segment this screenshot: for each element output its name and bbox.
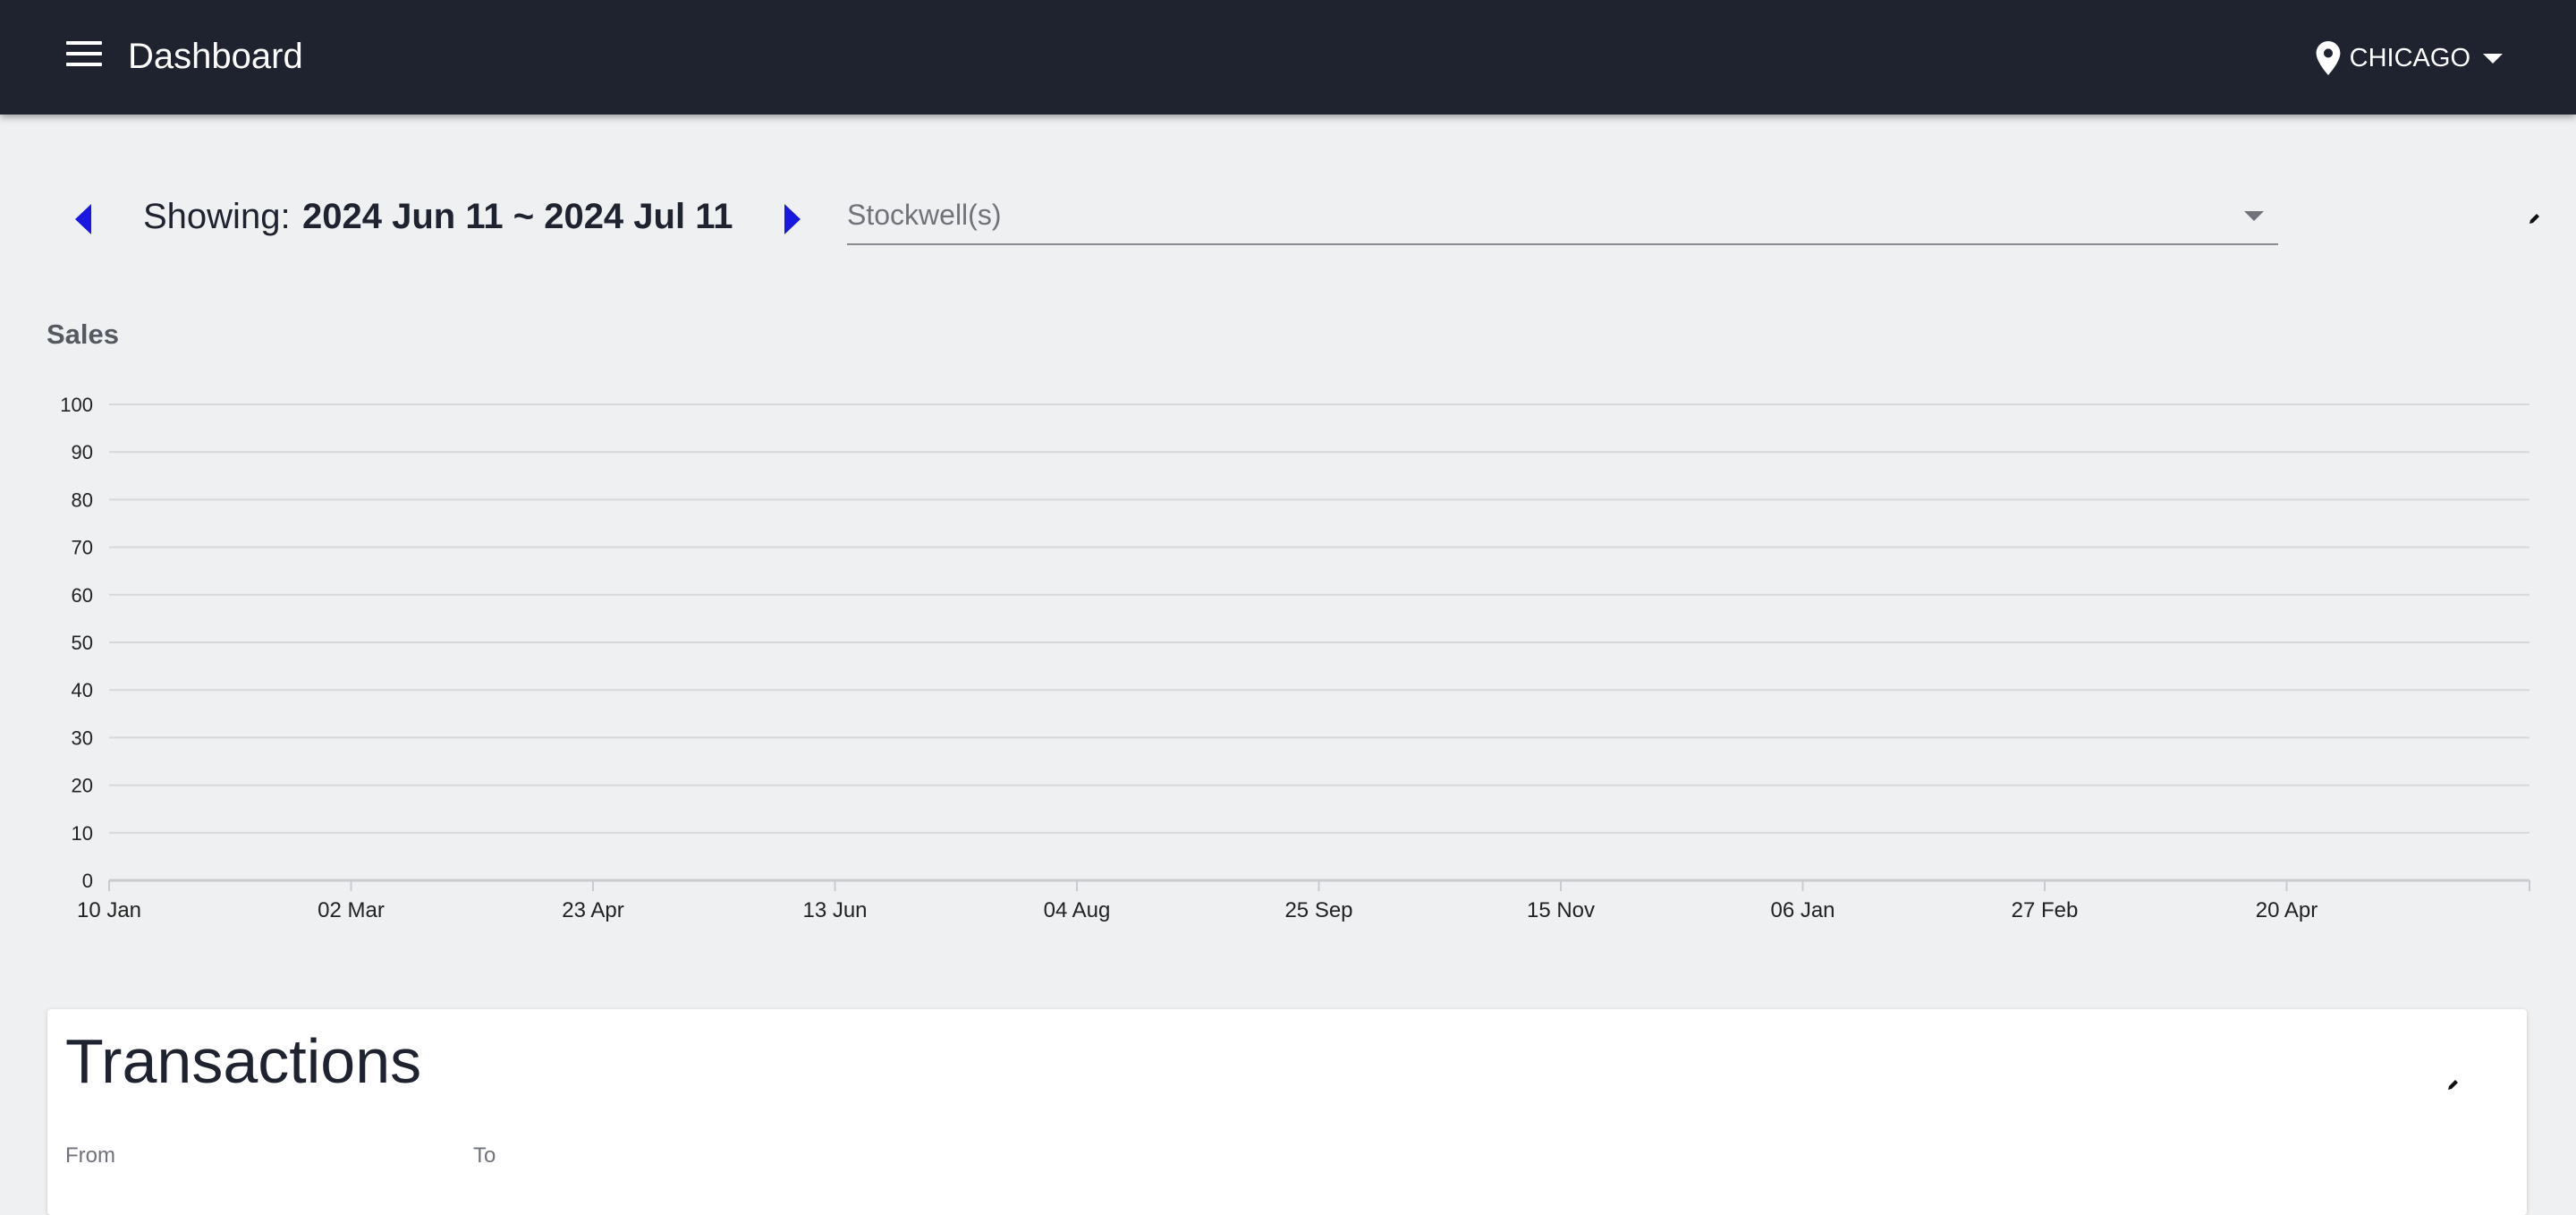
app-bar: Dashboard CHICAGO <box>0 0 2576 115</box>
x-tick-label: 04 Aug <box>1044 898 1111 922</box>
chevron-down-icon <box>2244 211 2264 221</box>
to-label: To <box>473 1143 496 1168</box>
x-tick-label: 10 Jan <box>77 898 141 922</box>
y-tick-label: 100 <box>60 394 93 416</box>
page-title: Dashboard <box>128 37 303 76</box>
sales-title: Sales <box>47 319 120 350</box>
location-selector[interactable]: CHICAGO <box>2316 36 2503 81</box>
map-pin-icon <box>2316 41 2341 75</box>
x-tick-label: 06 Jan <box>1770 898 1835 922</box>
transactions-title: Transactions <box>65 1026 422 1096</box>
from-label: From <box>65 1143 115 1168</box>
y-tick-label: 20 <box>72 775 93 797</box>
chevron-down-icon <box>2483 53 2503 64</box>
previous-range-icon[interactable] <box>75 204 91 234</box>
y-tick-label: 80 <box>72 489 93 511</box>
x-tick-label: 13 Jun <box>802 898 867 922</box>
date-range-row: Showing: 2024 Jun 11 ~ 2024 Jul 11 Stock… <box>0 179 2576 259</box>
x-tick-label: 20 Apr <box>2256 898 2318 922</box>
pencil-icon[interactable] <box>2528 211 2542 225</box>
x-tick-label: 02 Mar <box>318 898 385 922</box>
y-tick-label: 60 <box>72 584 93 607</box>
sales-chart: 0 10 20 30 40 50 60 70 80 90 100 10 Jan 02 Mar 23 Apr… <box>60 394 2530 922</box>
date-range-value: 2024 Jun 11 ~ 2024 Jul 11 <box>302 197 733 236</box>
y-tick-label: 50 <box>72 632 93 654</box>
stockwell-select[interactable]: Stockwell(s) <box>847 188 2278 245</box>
x-tick-label: 15 Nov <box>1527 898 1595 922</box>
location-label: CHICAGO <box>2349 43 2470 72</box>
x-tick-label: 23 Apr <box>562 898 623 922</box>
y-tick-label: 10 <box>72 822 93 845</box>
transactions-card: Transactions From To <box>47 1009 2527 1215</box>
y-tick-label: 90 <box>72 441 93 463</box>
y-tick-label: 0 <box>82 870 93 892</box>
stockwell-placeholder: Stockwell(s) <box>847 199 1002 231</box>
x-tick-label: 25 Sep <box>1284 898 1352 922</box>
y-tick-label: 40 <box>72 679 93 701</box>
pencil-icon[interactable] <box>2446 1077 2461 1092</box>
showing-label: Showing: <box>143 197 291 236</box>
next-range-icon[interactable] <box>784 204 801 234</box>
hamburger-menu-icon[interactable] <box>66 41 102 70</box>
y-tick-label: 70 <box>72 537 93 559</box>
y-tick-label: 30 <box>72 726 93 749</box>
x-tick-label: 27 Feb <box>2012 898 2079 922</box>
